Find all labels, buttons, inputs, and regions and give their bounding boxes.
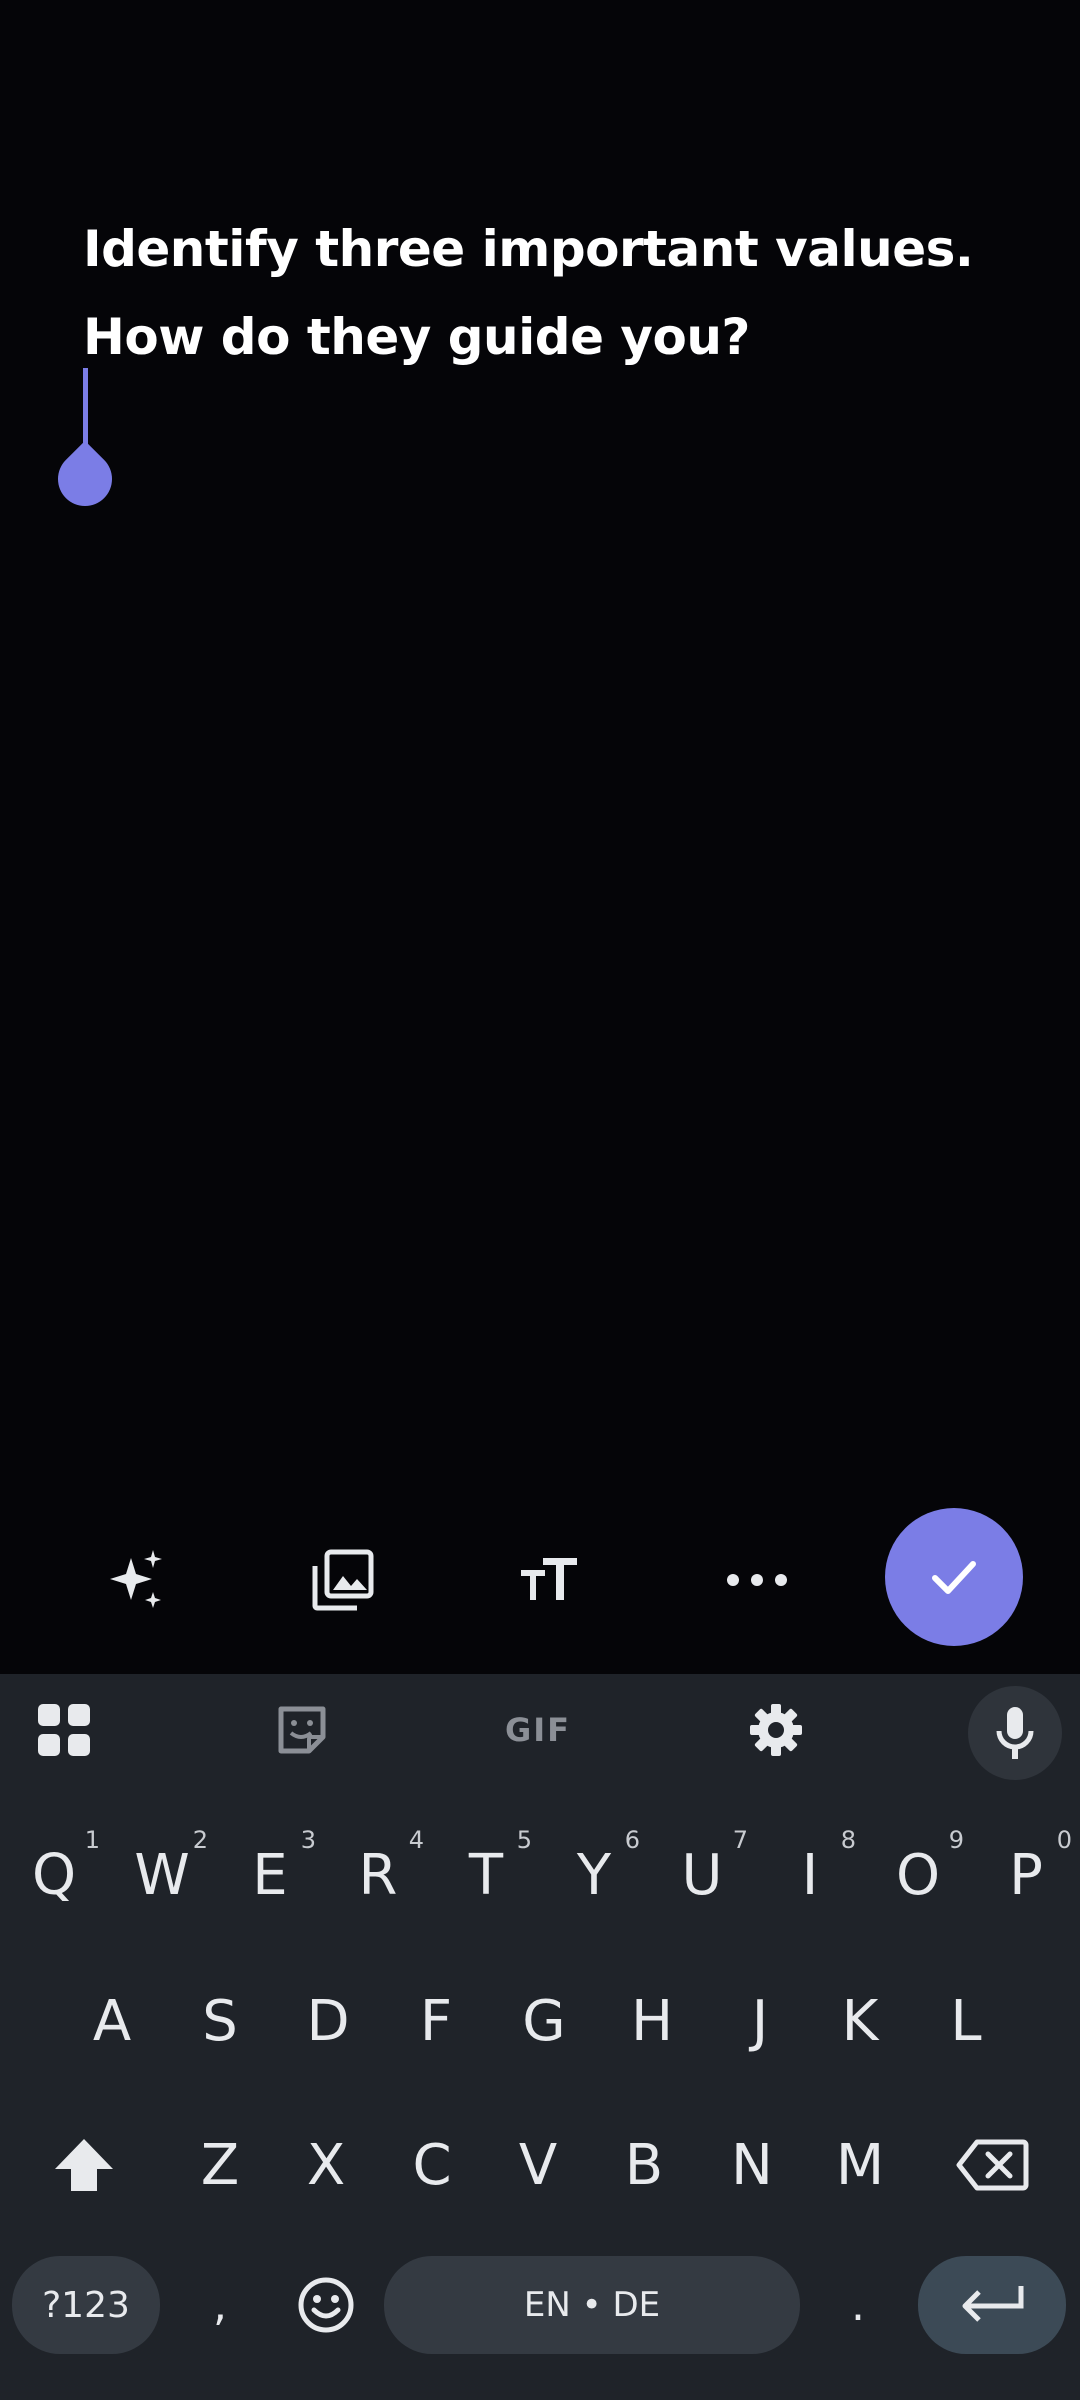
- key-p[interactable]: P0: [972, 1820, 1080, 1930]
- key-x[interactable]: X: [272, 2110, 380, 2220]
- key-s[interactable]: S: [166, 1966, 274, 2076]
- key-b[interactable]: B: [590, 2110, 698, 2220]
- key-l[interactable]: L: [912, 1966, 1020, 2076]
- backspace-icon: [956, 2139, 1029, 2191]
- photo-gallery-icon[interactable]: [298, 1540, 388, 1620]
- enter-key[interactable]: [918, 2256, 1066, 2354]
- checkmark-icon: [932, 1561, 976, 1594]
- key-o[interactable]: O9: [864, 1820, 972, 1930]
- symbols-key[interactable]: ?123: [12, 2256, 160, 2354]
- backspace-key[interactable]: [930, 2110, 1054, 2220]
- key-j[interactable]: J: [706, 1966, 814, 2076]
- key-h[interactable]: H: [598, 1966, 706, 2076]
- gif-label: GIF: [504, 1711, 572, 1749]
- key-w[interactable]: W2: [108, 1820, 216, 1930]
- confirm-button[interactable]: [885, 1508, 1023, 1646]
- key-n[interactable]: N: [698, 2110, 806, 2220]
- shift-key[interactable]: [24, 2110, 144, 2220]
- emoji-smile-icon: [298, 2277, 354, 2333]
- prompt-line-2: How do they guide you?: [83, 308, 750, 366]
- key-m[interactable]: M: [806, 2110, 914, 2220]
- key-f[interactable]: F: [382, 1966, 490, 2076]
- sparkle-icon[interactable]: [92, 1540, 182, 1620]
- enter-arrow-icon: [962, 2286, 1024, 2322]
- key-d[interactable]: D: [274, 1966, 382, 2076]
- key-u[interactable]: U7: [648, 1820, 756, 1930]
- cursor-drag-handle[interactable]: [46, 440, 124, 518]
- gif-button[interactable]: GIF: [498, 1690, 578, 1770]
- more-horizontal-icon[interactable]: [712, 1540, 802, 1620]
- key-i[interactable]: I8: [756, 1820, 864, 1930]
- key-q[interactable]: Q1: [0, 1820, 108, 1930]
- key-k[interactable]: K: [806, 1966, 914, 2076]
- voice-input-button[interactable]: [968, 1686, 1062, 1780]
- key-r[interactable]: R4: [324, 1820, 432, 1930]
- key-t[interactable]: T5: [432, 1820, 540, 1930]
- key-e[interactable]: E3: [216, 1820, 324, 1930]
- text-size-icon[interactable]: [504, 1540, 594, 1620]
- emoji-key[interactable]: [280, 2250, 372, 2360]
- editor-area[interactable]: Identify three important values. How do …: [0, 0, 1080, 1490]
- key-z[interactable]: Z: [166, 2110, 274, 2220]
- microphone-icon: [996, 1707, 1034, 1759]
- space-bar[interactable]: EN • DE: [384, 2256, 800, 2354]
- key-v[interactable]: V: [484, 2110, 592, 2220]
- prompt-line-1: Identify three important values.: [83, 220, 974, 278]
- shift-arrow-icon: [55, 2139, 113, 2191]
- settings-gear-icon[interactable]: [736, 1690, 816, 1770]
- sticker-icon[interactable]: [262, 1690, 342, 1770]
- key-y[interactable]: Y6: [540, 1820, 648, 1930]
- key-g[interactable]: G: [490, 1966, 598, 2076]
- apps-grid-icon[interactable]: [24, 1690, 104, 1770]
- key-a[interactable]: A: [58, 1966, 166, 2076]
- journal-prompt: Identify three important values. How do …: [83, 205, 1033, 381]
- key-c[interactable]: C: [378, 2110, 486, 2220]
- comma-key[interactable]: ,: [180, 2250, 260, 2360]
- period-key[interactable]: .: [820, 2250, 896, 2360]
